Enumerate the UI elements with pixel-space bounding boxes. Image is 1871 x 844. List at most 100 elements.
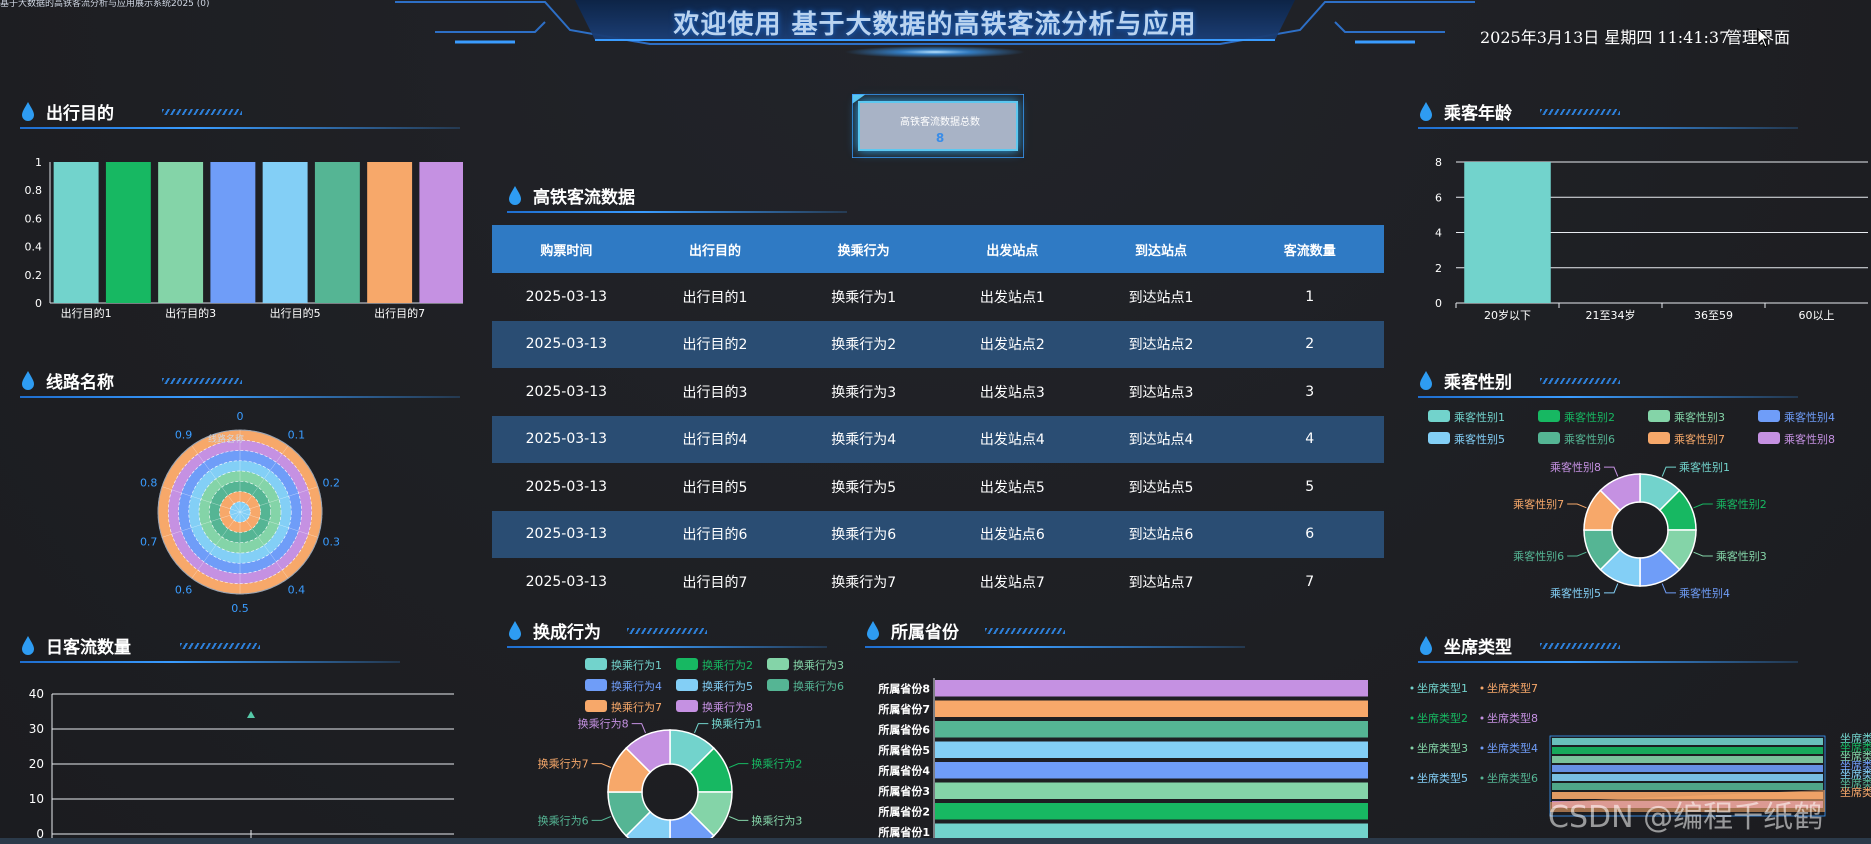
- polar-series-label: 线路名称: [208, 433, 244, 445]
- slice-leader-line: [631, 723, 646, 734]
- slice-leader-line: [1661, 466, 1677, 477]
- x-tick-label: 出行目的7: [374, 306, 425, 320]
- column-header[interactable]: 出行目的: [641, 240, 790, 259]
- y-tick-label: 所属省份7: [878, 702, 930, 716]
- y-tick-label: 0.4: [25, 241, 43, 254]
- table-cell: 换乘行为7: [831, 574, 897, 591]
- column-header[interactable]: 换乘行为: [789, 240, 938, 259]
- title-hatch-decoration: [985, 628, 1065, 634]
- table-cell: 换乘行为4: [831, 432, 897, 449]
- y-tick-label: 4: [1435, 227, 1442, 240]
- legend-swatch: [767, 679, 789, 691]
- age-bar-chart: 0 2 4 6 8 20岁以下 21至34岁 36至59 60以上: [1435, 156, 1868, 322]
- y-tick-label: 8: [1435, 156, 1442, 169]
- title-hatch-decoration: [627, 628, 707, 634]
- legend-dot: [1480, 686, 1484, 690]
- table-row[interactable]: 2025-03-13 出行目的7 换乘行为7 出发站点7 到达站点7 7: [492, 558, 1384, 606]
- water-drop-icon: [509, 186, 521, 205]
- line-panel-title: 线路名称: [20, 365, 460, 398]
- title-hatch-decoration: [162, 109, 242, 115]
- table-cell: 到达站点2: [1128, 337, 1194, 354]
- legend-label: 乘客性别7: [1674, 432, 1725, 446]
- water-drop-icon: [22, 636, 34, 655]
- polar-angle-label: 0: [237, 410, 244, 423]
- slice-leader-line: [1567, 551, 1587, 557]
- table-row[interactable]: 2025-03-13 出行目的6 换乘行为6 出发站点6 到达站点6 6: [492, 510, 1384, 558]
- slice-leader-line: [728, 763, 749, 768]
- table-cell: 2025-03-13: [525, 526, 608, 543]
- table-row[interactable]: 2025-03-13 出行目的1 换乘行为1 出发站点1 到达站点1 1: [492, 273, 1384, 321]
- table-row[interactable]: 2025-03-13 出行目的4 换乘行为4 出发站点4 到达站点4 4: [492, 415, 1384, 463]
- title-hatch-decoration: [180, 643, 260, 649]
- bar: [262, 162, 308, 303]
- y-tick-label: 0.8: [25, 184, 43, 197]
- bottom-scrollbar[interactable]: [0, 838, 1871, 844]
- bar: [935, 782, 1368, 799]
- column-header[interactable]: 出发站点: [938, 240, 1087, 259]
- legend-swatch: [585, 700, 607, 712]
- column-header[interactable]: 客流数量: [1235, 240, 1384, 259]
- area-band: [1552, 765, 1823, 772]
- y-tick-label: 0: [1435, 297, 1442, 310]
- table-cell: 出行目的2: [682, 337, 748, 354]
- polar-angle-label: 0.2: [323, 476, 341, 489]
- table-cell: 出发站点2: [979, 337, 1045, 354]
- flow-panel-title: 高铁客流数据: [507, 180, 847, 213]
- legend-swatch: [1428, 432, 1450, 444]
- area-band: [1552, 774, 1823, 781]
- water-drop-icon: [509, 621, 521, 640]
- table-cell: 到达站点1: [1128, 289, 1194, 306]
- legend-label: 乘客性别5: [1454, 432, 1505, 446]
- title-hatch-decoration: [1540, 643, 1620, 649]
- slice-label: 换乘行为6: [538, 813, 589, 827]
- x-tick-label: 20岁以下: [1484, 308, 1531, 322]
- title-hatch-decoration: [1540, 109, 1620, 115]
- table-cell: 出行目的3: [682, 384, 748, 401]
- header-banner: 欢迎使用 基于大数据的高铁客流分析与应用: [395, 0, 1475, 60]
- legend-label: 换乘行为4: [611, 679, 662, 693]
- slice-leader-line: [1693, 551, 1713, 557]
- legend-label: 换乘行为1: [611, 658, 662, 672]
- table-cell: 2025-03-13: [525, 431, 608, 448]
- table-cell: 换乘行为5: [831, 479, 897, 496]
- y-tick-label: 所属省份4: [878, 763, 930, 777]
- table-row[interactable]: 2025-03-13 出行目的5 换乘行为5 出发站点5 到达站点5 5: [492, 463, 1384, 511]
- y-tick-label: 40: [29, 687, 44, 701]
- province-hbar-chart: 所属省份1 所属省份2 所属省份3 所属省份4 所属省份5 所属省份6 所属省份7 所属省份8: [878, 678, 1368, 842]
- legend-label: 乘客性别1: [1454, 410, 1505, 424]
- legend-swatch: [1758, 432, 1780, 444]
- legend-label: 坐席类型1: [1417, 681, 1468, 695]
- legend-swatch: [1428, 410, 1450, 422]
- title-hatch-decoration: [162, 378, 242, 384]
- legend-label: 坐席类型7: [1487, 681, 1538, 695]
- column-header[interactable]: 到达站点: [1087, 240, 1236, 259]
- gender-donut-chart: 乘客性别1 乘客性别2 乘客性别3 乘客性别4 乘客性别5 乘客性别6 乘客性别7 乘客性别8…: [1428, 410, 1835, 600]
- table-row[interactable]: 2025-03-13 出行目的3 换乘行为3 出发站点3 到达站点3 3: [492, 368, 1384, 416]
- legend-swatch: [1538, 432, 1560, 444]
- title-underline: [507, 211, 847, 213]
- line-polar-chart: 0 0.1 0.2 0.3 0.4 0.5 0.6 0.7 0.8 0.9 线路名称: [140, 410, 341, 615]
- x-tick-label: 21至34岁: [1586, 308, 1636, 322]
- legend-label: 换乘行为8: [702, 700, 753, 714]
- legend-label: 乘客性别3: [1674, 410, 1725, 424]
- transfer-donut-chart: 换乘行为1 换乘行为2 换乘行为3 换乘行为4 换乘行为5 换乘行为6 换乘行为7 换乘行为8…: [538, 658, 844, 842]
- y-tick-label: 6: [1435, 191, 1442, 204]
- y-tick-label: 10: [29, 792, 44, 806]
- legend-label: 坐席类型2: [1417, 711, 1468, 725]
- y-tick-label: 2: [1435, 262, 1442, 275]
- total-count-label: 高铁客流数据总数: [900, 117, 980, 128]
- table-cell: 换乘行为6: [831, 527, 897, 544]
- daily-line-chart: 010203040: [29, 687, 454, 840]
- bar: [935, 803, 1368, 820]
- table-cell: 出行目的4: [682, 432, 748, 449]
- table-cell: 出发站点4: [979, 432, 1045, 449]
- datetime-clock: 2025年3月13日 星期四 11:41:37: [1480, 28, 1730, 47]
- column-header[interactable]: 购票时间: [492, 240, 641, 259]
- bar: [210, 162, 256, 303]
- slice-leader-line: [1693, 503, 1713, 509]
- polar-angle-label: 0.3: [323, 536, 341, 549]
- slice-leader-line: [1603, 466, 1619, 477]
- x-tick-label: 出行目的5: [270, 306, 321, 320]
- y-tick-label: 1: [35, 156, 42, 169]
- table-row[interactable]: 2025-03-13 出行目的2 换乘行为2 出发站点2 到达站点2 2: [492, 320, 1384, 368]
